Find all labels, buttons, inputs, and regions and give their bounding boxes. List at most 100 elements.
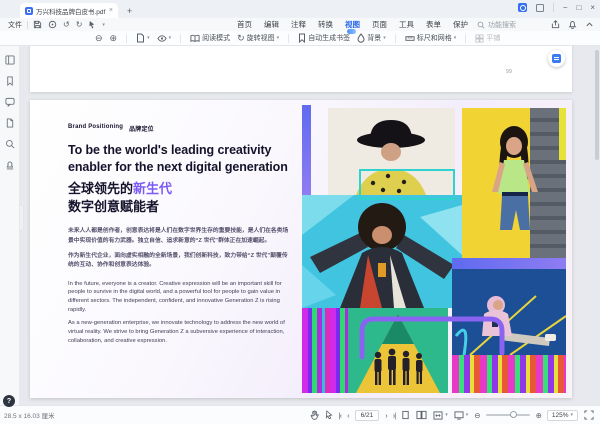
select-tool-icon[interactable] <box>325 410 333 420</box>
menu-页面[interactable]: 页面 <box>372 19 387 30</box>
zoom-level-dropdown[interactable]: 125% ▾ <box>547 410 578 421</box>
close-button[interactable]: × <box>590 3 595 12</box>
collapse-toolbar-icon[interactable] <box>585 20 594 29</box>
menu-表单[interactable]: 表单 <box>426 19 441 30</box>
previous-page-button[interactable]: ‹ <box>347 411 349 420</box>
eyebrow-en: Brand Positioning <box>68 124 123 133</box>
floating-tool-button[interactable] <box>548 50 565 67</box>
pdf-page[interactable]: Brand Positioning 品牌定位 To be the world's… <box>30 100 572 398</box>
chevron-down-icon: ▾ <box>445 412 448 418</box>
tab-bar: 万兴科技品牌白皮书.pdf × + − □ × <box>0 0 600 18</box>
menu-工具[interactable]: 工具 <box>399 19 414 30</box>
auto-bookmark-button[interactable]: 自动生成书签 <box>298 33 350 43</box>
help-button[interactable]: ? <box>3 395 15 407</box>
share-icon[interactable] <box>551 20 560 29</box>
zoom-in-icon[interactable]: ⊕ <box>110 33 118 43</box>
page-indicator-input[interactable]: 6/21 <box>355 410 380 421</box>
redo-icon[interactable]: ↻ <box>76 20 83 29</box>
background-icon <box>357 33 365 43</box>
tab-title: 万兴科技品牌白皮书.pdf <box>36 6 106 16</box>
heading-zh-prefix: 全球领先的 <box>68 181 133 196</box>
background-label: 背景 <box>367 33 381 43</box>
zoom-out-icon[interactable]: ⊖ <box>95 33 103 43</box>
attachments-panel-icon[interactable] <box>5 118 15 128</box>
panel-collapse-handle[interactable] <box>20 205 24 231</box>
page-display-dropdown[interactable]: ▾ <box>136 33 150 43</box>
notification-icon[interactable] <box>568 20 577 29</box>
previous-page-bottom: 99 <box>30 46 572 92</box>
chevron-down-icon: ▾ <box>466 412 469 418</box>
menu-首页[interactable]: 首页 <box>237 19 252 30</box>
search-label: 功能搜索 <box>488 20 516 30</box>
paragraph-en-1: In the future, everyone is a creator. Cr… <box>68 280 290 315</box>
rotate-view-dropdown[interactable]: ↻ 旋转视图 ▾ <box>237 33 279 43</box>
ruler-grid-dropdown[interactable]: 标尺和网格 ▾ <box>405 33 457 43</box>
chevron-down-icon: ▾ <box>277 35 280 41</box>
zoom-out-button[interactable]: ⊖ <box>474 411 479 420</box>
undo-icon[interactable]: ↺ <box>63 20 70 29</box>
first-page-button[interactable]: |‹ <box>339 411 341 420</box>
fullscreen-icon[interactable] <box>584 410 594 420</box>
zoom-slider-thumb[interactable] <box>510 411 517 418</box>
two-page-view-icon[interactable] <box>416 410 427 420</box>
search-icon <box>477 21 485 29</box>
chevron-down-icon[interactable]: ▾ <box>102 22 105 28</box>
maximize-button[interactable]: □ <box>576 3 581 12</box>
comments-panel-icon[interactable] <box>5 97 15 107</box>
menu-转换[interactable]: 转换 <box>318 19 333 30</box>
menu-编辑[interactable]: 编辑 <box>264 19 279 30</box>
chevron-down-icon: ▾ <box>570 412 573 418</box>
photo-collage[interactable] <box>302 105 566 393</box>
background-dropdown[interactable]: 背景 ▾ <box>357 33 386 43</box>
tab-close-icon[interactable]: × <box>109 7 113 14</box>
divider <box>126 34 127 43</box>
eyebrow-zh: 品牌定位 <box>129 124 154 133</box>
document-canvas[interactable]: 99 Brand Positioning 品牌定位 To be the worl… <box>20 46 600 405</box>
last-page-button[interactable]: ›| <box>393 411 395 420</box>
auto-bookmark-label: 自动生成书签 <box>308 33 350 43</box>
bookmarks-panel-icon[interactable] <box>5 76 15 86</box>
gradient-strip <box>302 105 311 195</box>
cursor-tool-icon[interactable] <box>88 20 96 29</box>
ruler-grid-label: 标尺和网格 <box>417 33 452 43</box>
search-panel-icon[interactable] <box>5 139 15 149</box>
rotate-view-label: 旋转视图 <box>247 33 275 43</box>
fit-page-icon <box>454 411 464 420</box>
app-logo-icon <box>25 7 33 15</box>
new-tab-button[interactable]: + <box>127 4 132 18</box>
divider <box>180 34 181 43</box>
workspace-icon[interactable] <box>536 4 544 12</box>
menu-注释[interactable]: 注释 <box>291 19 306 30</box>
menu-保护[interactable]: 保护 <box>453 19 468 30</box>
book-icon <box>190 34 200 43</box>
divider <box>288 34 289 43</box>
next-page-button[interactable]: › <box>385 411 387 420</box>
single-page-view-icon[interactable] <box>401 410 410 420</box>
fit-page-dropdown[interactable]: ▾ <box>454 411 469 420</box>
document-tab[interactable]: 万兴科技品牌白皮书.pdf × <box>20 3 118 18</box>
pdf-editor-window: 万兴科技品牌白皮书.pdf × + − □ × 文件 ↺ ↻ ▾ 首页 编辑 注释 转… <box>0 0 600 424</box>
heading-zh-line2: 数字创意赋能者 <box>68 199 159 214</box>
divider <box>395 34 396 43</box>
thumbnails-panel-icon[interactable] <box>5 55 15 65</box>
fit-width-dropdown[interactable]: ▾ <box>433 411 448 420</box>
hand-tool-icon[interactable] <box>310 410 319 420</box>
account-icon[interactable] <box>518 3 527 12</box>
zoom-in-button[interactable]: ⊕ <box>536 411 541 420</box>
minimize-button[interactable]: − <box>563 3 568 12</box>
view-mode-dropdown[interactable]: ▾ <box>157 34 172 43</box>
file-menu[interactable]: 文件 <box>8 20 22 30</box>
heading-zh-highlight: 新生代 <box>133 181 172 196</box>
divider <box>465 34 466 43</box>
cyan-frame <box>359 169 455 200</box>
vertical-scrollbar[interactable] <box>595 50 599 160</box>
save-icon[interactable] <box>33 20 42 29</box>
divider <box>553 3 554 12</box>
heading-english: To be the world's leading creativity ena… <box>68 142 290 175</box>
print-icon[interactable] <box>48 20 57 29</box>
stamps-panel-icon[interactable] <box>5 160 15 170</box>
feature-search[interactable]: 功能搜索 <box>477 20 516 30</box>
read-mode-button[interactable]: 阅读模式 <box>190 33 230 43</box>
zoom-slider[interactable] <box>486 414 530 416</box>
heading-chinese: 全球领先的新生代 数字创意赋能者 <box>68 180 290 216</box>
